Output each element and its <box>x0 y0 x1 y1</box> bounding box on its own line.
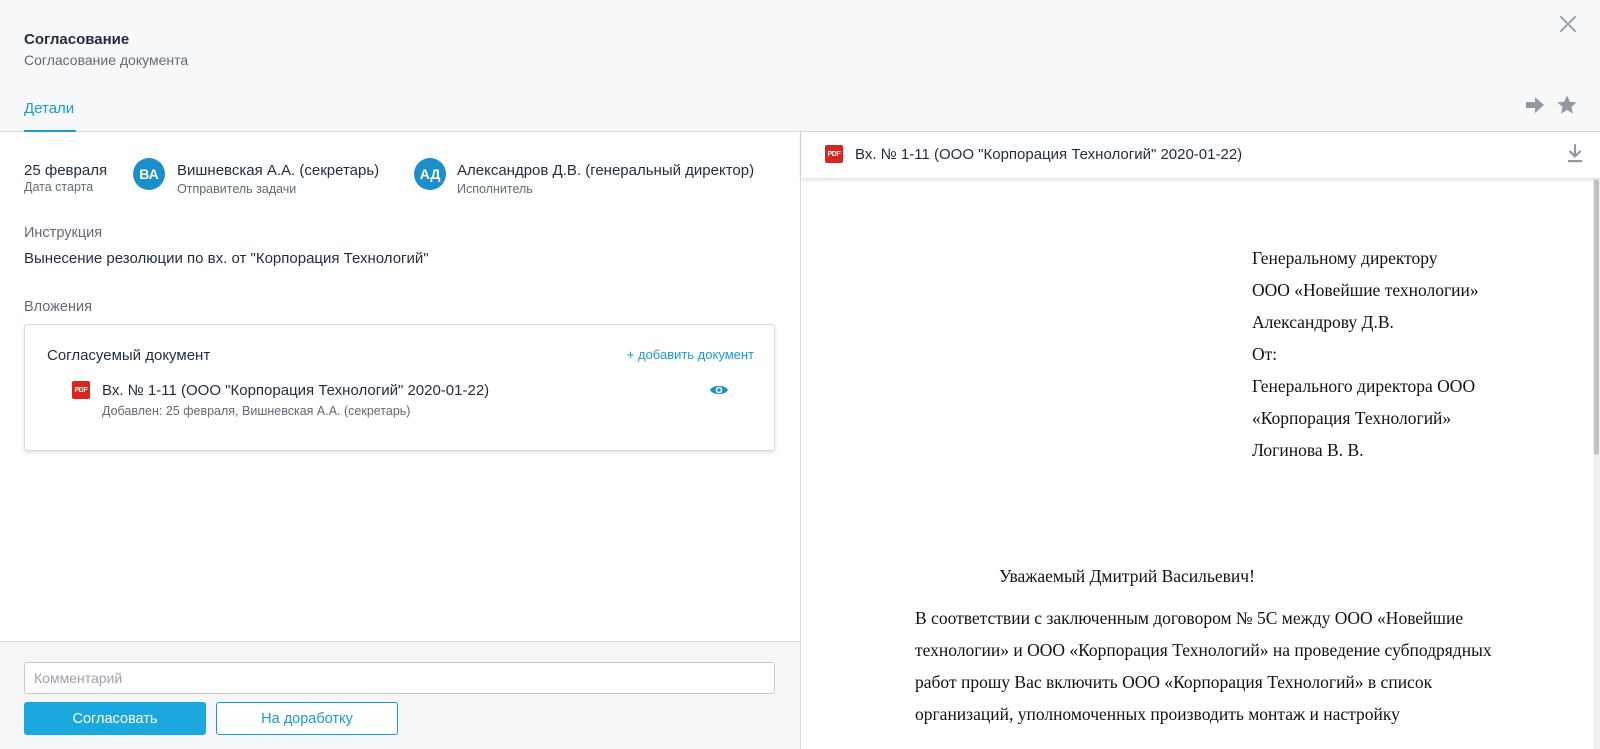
address-line: Логинова В. В. <box>1252 440 1364 460</box>
executor-name: Александров Д.В. (генеральный директор) <box>457 162 755 179</box>
avatar-executor: АД <box>414 158 446 190</box>
attachment-added-info: Добавлен: 25 февраля, Вишневская А.А. (с… <box>102 404 411 418</box>
eye-icon[interactable] <box>709 382 729 398</box>
address-line: От: <box>1252 344 1278 364</box>
attachment-card: Согласуемый документ + добавить документ… <box>24 324 775 451</box>
document-viewer: PDF Вх. № 1-11 (ООО "Корпорация Технолог… <box>801 132 1600 749</box>
avatar-sender: ВА <box>133 158 165 190</box>
tab-details[interactable]: Детали <box>24 100 77 132</box>
details-panel: 25 февраля Дата старта ВА Вишневская А.А… <box>0 132 800 641</box>
attachment-card-title: Согласуемый документ <box>47 347 211 364</box>
start-date: 25 февраля Дата старта <box>24 162 107 194</box>
attachments-label: Вложения <box>24 299 92 315</box>
letter-body-line: организаций, уполномоченных производить … <box>915 704 1400 724</box>
address-line: Генерального директора ООО <box>1252 376 1476 396</box>
address-line: Генеральному директору <box>1252 248 1438 268</box>
dialog-header: Согласование Согласование документа Дета… <box>0 0 1600 132</box>
address-line: ООО «Новейшие технологии» <box>1252 280 1479 300</box>
sender-role: Отправитель задачи <box>177 182 297 196</box>
letter-greeting: Уважаемый Дмитрий Васильевич! <box>999 566 1255 586</box>
attachment-file-name[interactable]: Вх. № 1-11 (ООО "Корпорация Технологий" … <box>102 382 489 399</box>
instruction-label: Инструкция <box>24 225 103 241</box>
viewer-file-title: Вх. № 1-11 (ООО "Корпорация Технологий" … <box>855 146 1243 163</box>
instruction-text: Вынесение резолюции по вх. от "Корпораци… <box>24 250 429 267</box>
pdf-icon: PDF <box>72 381 90 399</box>
document-page: Генеральному директору ООО «Новейшие тех… <box>801 178 1593 749</box>
start-date-value: 25 февраля <box>24 162 108 179</box>
comment-input[interactable] <box>24 662 775 694</box>
address-line: Александрову Д.В. <box>1252 312 1394 332</box>
download-icon[interactable] <box>1565 143 1585 165</box>
letter-body-line: работ прошу Вас включить ООО «Корпорация… <box>915 672 1433 692</box>
arrow-right-icon[interactable] <box>1524 94 1546 116</box>
action-footer: Согласовать На доработку <box>0 641 800 749</box>
sender: Вишневская А.А. (секретарь) Отправитель … <box>177 162 379 196</box>
rework-button[interactable]: На доработку <box>216 702 398 735</box>
page-title: Согласование <box>24 31 130 48</box>
sender-name: Вишневская А.А. (секретарь) <box>177 162 380 179</box>
viewer-pdf-icon: PDF <box>825 145 843 163</box>
page-subtitle: Согласование документа <box>24 52 189 68</box>
address-line: «Корпорация Технологий» <box>1252 408 1452 428</box>
letter-body-line: технологии» и ООО «Корпорация Технологий… <box>915 640 1492 660</box>
star-icon[interactable] <box>1556 94 1578 116</box>
approve-button[interactable]: Согласовать <box>24 702 206 735</box>
viewer-toolbar: PDF Вх. № 1-11 (ООО "Корпорация Технолог… <box>801 132 1600 178</box>
close-icon[interactable] <box>1556 12 1580 36</box>
executor: Александров Д.В. (генеральный директор) … <box>457 162 754 196</box>
start-date-label: Дата старта <box>24 180 94 194</box>
letter-body-line: В соответствии с заключенным договором №… <box>915 608 1464 628</box>
add-document-link[interactable]: + добавить документ <box>627 347 754 362</box>
viewer-scrollbar-thumb[interactable] <box>1594 180 1599 455</box>
executor-role: Исполнитель <box>457 182 533 196</box>
